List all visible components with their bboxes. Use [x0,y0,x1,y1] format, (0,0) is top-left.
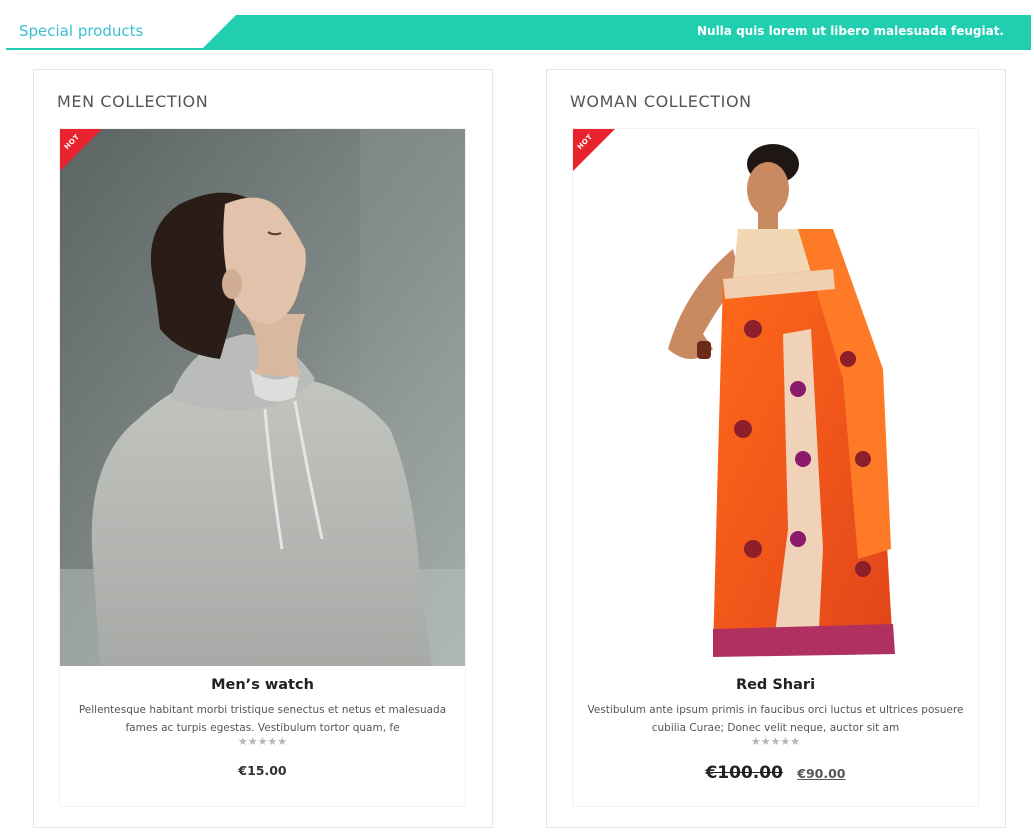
section-header: Special products Nulla quis lorem ut lib… [6,15,1031,50]
product-name[interactable]: Men’s watch [60,677,465,693]
product-price: €15.00 [238,763,287,778]
woman-collection-panel: WOMAN COLLECTION HOT Red Shari Vestibulu… [546,69,1006,828]
product-image-red-shari[interactable] [573,129,978,666]
product-price-group: €100.00 €90.00 [573,763,978,783]
header-title-underline [6,48,204,50]
rating-stars-icon: ★★★★★ [237,735,288,748]
product-description: Vestibulum ante ipsum primis in faucibus… [587,704,964,734]
product-image-mens-watch[interactable] [60,129,465,666]
product-card-red-shari[interactable]: HOT Red Shari Vestibulum ante ipsum prim… [573,129,978,806]
rating-stars-icon: ★★★★★ [750,735,801,748]
section-tagline: Nulla quis lorem ut libero malesuada feu… [696,24,1004,38]
section-title: Special products [19,22,144,40]
product-card-mens-watch[interactable]: HOT Men’s watch Pellentesque habitant mo… [60,129,465,806]
product-price: €90.00 [797,766,846,781]
woman-collection-heading: WOMAN COLLECTION [570,92,752,111]
men-collection-heading: MEN COLLECTION [57,92,209,111]
men-collection-panel: MEN COLLECTION HOT Men’s watch Pellentes… [33,69,493,828]
product-name[interactable]: Red Shari [573,677,978,693]
product-description: Pellentesque habitant morbi tristique se… [78,704,447,734]
product-old-price: €100.00 [705,763,783,783]
